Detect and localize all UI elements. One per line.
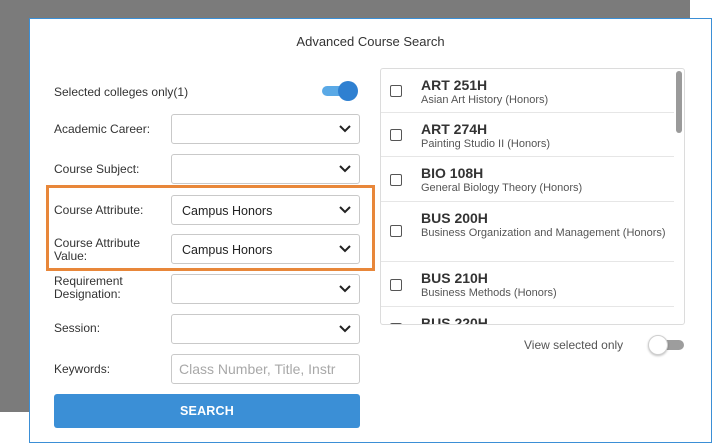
screen: Advanced Course Search Selected colleges… <box>0 0 712 443</box>
academic-career-select[interactable] <box>171 114 360 144</box>
course-checkbox[interactable] <box>390 225 402 237</box>
course-checkbox[interactable] <box>390 279 402 291</box>
course-code: ART 251H <box>421 77 488 93</box>
session-label: Session: <box>54 321 101 335</box>
course-description: Business Methods (Honors) <box>421 287 557 299</box>
course-code: BIO 108H <box>421 165 484 181</box>
course-attribute-label: Course Attribute: <box>54 203 144 217</box>
course-description: Business Organization and Management (Ho… <box>421 227 666 239</box>
chevron-down-icon <box>339 165 351 173</box>
search-button[interactable]: SEARCH <box>54 394 360 428</box>
view-selected-label: View selected only <box>524 338 624 352</box>
chevron-down-icon <box>339 125 351 133</box>
course-checkbox[interactable] <box>390 323 402 324</box>
course-code: BUS 220H <box>421 315 488 325</box>
course-checkbox[interactable] <box>390 85 402 97</box>
list-item[interactable]: ART 251H Asian Art History (Honors) <box>381 69 674 113</box>
chevron-down-icon <box>339 245 351 253</box>
course-description: General Biology Theory (Honors) <box>421 182 583 194</box>
chevron-down-icon <box>339 206 351 214</box>
keywords-label: Keywords: <box>54 362 111 376</box>
session-select[interactable] <box>171 314 360 344</box>
course-attribute-value-label: Course Attribute Value: <box>54 237 140 263</box>
course-attribute-value: Campus Honors <box>182 204 273 218</box>
course-description: Asian Art History (Honors) <box>421 94 549 106</box>
list-scrollbar[interactable] <box>676 71 682 133</box>
course-attribute-value-value: Campus Honors <box>182 243 273 257</box>
toggle-knob <box>338 81 358 101</box>
list-item[interactable]: BUS 200H Business Organization and Manag… <box>381 202 674 262</box>
course-code: BUS 210H <box>421 270 488 286</box>
view-selected-toggle[interactable] <box>648 335 686 355</box>
course-attribute-select[interactable]: Campus Honors <box>171 195 360 225</box>
dialog-title: Advanced Course Search <box>296 34 445 49</box>
advanced-course-search-dialog: Advanced Course Search Selected colleges… <box>29 18 712 443</box>
toggle-knob <box>648 335 668 355</box>
course-checkbox[interactable] <box>390 129 402 141</box>
course-subject-label: Course Subject: <box>54 162 140 176</box>
requirement-designation-label: Requirement Designation: <box>54 275 123 301</box>
keywords-input[interactable] <box>171 354 360 384</box>
course-attribute-value-label-line2: Value: <box>54 249 88 263</box>
course-attribute-value-select[interactable]: Campus Honors <box>171 234 360 264</box>
course-code: BUS 200H <box>421 210 488 226</box>
list-item[interactable]: BUS 220H <box>381 307 674 325</box>
selected-colleges-toggle[interactable] <box>320 81 358 101</box>
requirement-designation-label-line2: Designation: <box>54 287 121 301</box>
academic-career-label: Academic Career: <box>54 122 151 136</box>
course-checkbox[interactable] <box>390 174 402 186</box>
list-item[interactable]: BIO 108H General Biology Theory (Honors) <box>381 157 674 202</box>
course-code: ART 274H <box>421 121 488 137</box>
chevron-down-icon <box>339 325 351 333</box>
chevron-down-icon <box>339 285 351 293</box>
list-item[interactable]: BUS 210H Business Methods (Honors) <box>381 262 674 307</box>
course-description: Painting Studio II (Honors) <box>421 138 551 150</box>
requirement-designation-select[interactable] <box>171 274 360 304</box>
selected-colleges-label: Selected colleges only(1) <box>54 85 189 99</box>
course-subject-select[interactable] <box>171 154 360 184</box>
course-results-list[interactable]: ART 251H Asian Art History (Honors) ART … <box>380 68 685 325</box>
list-item[interactable]: ART 274H Painting Studio II (Honors) <box>381 113 674 157</box>
